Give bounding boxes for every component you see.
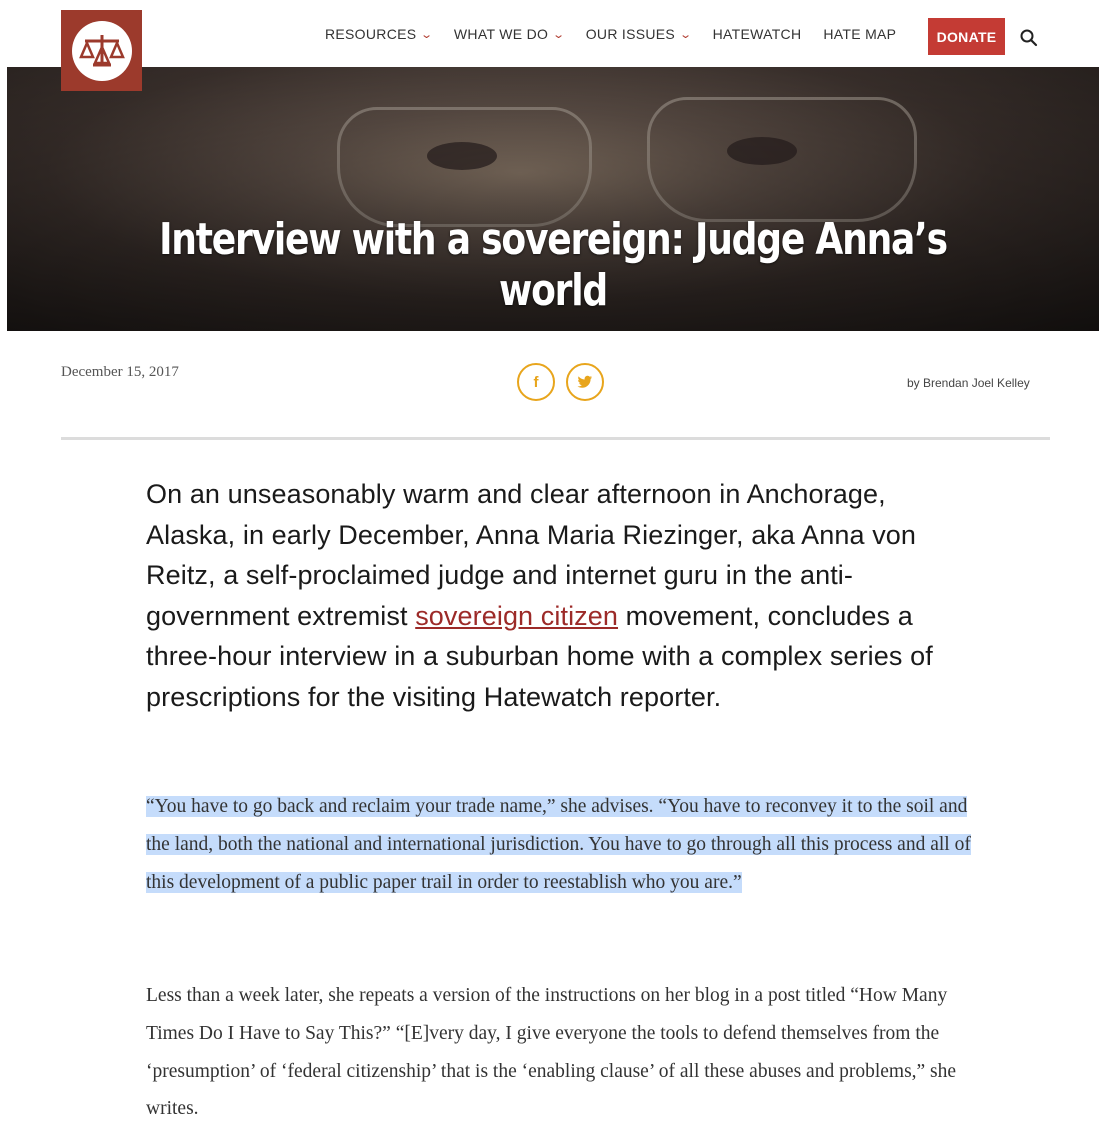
nav-item-label: OUR ISSUES — [585, 26, 676, 42]
nav-item-hate-map[interactable]: HATE MAP — [823, 26, 896, 42]
divider — [61, 437, 1050, 440]
facebook-icon: f — [533, 373, 539, 391]
article-quote: “You have to go back and reclaim your tr… — [146, 788, 976, 901]
article-byline: by Brendan Joel Kelley — [907, 376, 1030, 390]
nav-item-resources[interactable]: RESOURCES ⌄ — [325, 26, 434, 42]
nav-item-label: RESOURCES — [325, 26, 417, 42]
nav-item-hatewatch[interactable]: HATEWATCH — [713, 26, 802, 42]
sovereign-citizen-link[interactable]: sovereign citizen — [415, 601, 618, 631]
hero-banner: Interview with a sovereign: Judge Anna’s… — [7, 67, 1099, 331]
twitter-icon — [577, 375, 592, 388]
article-lede: On an unseasonably warm and clear aftern… — [146, 474, 966, 718]
nav-item-our-issues[interactable]: OUR ISSUES ⌄ — [585, 26, 693, 42]
nav-item-label: HATE MAP — [823, 26, 897, 42]
search-icon[interactable] — [1019, 28, 1039, 48]
site-header: RESOURCES ⌄ WHAT WE DO ⌄ OUR ISSUES ⌄ HA… — [7, 8, 1099, 67]
main-navigation: RESOURCES ⌄ WHAT WE DO ⌄ OUR ISSUES ⌄ HA… — [325, 26, 918, 42]
site-logo[interactable] — [61, 10, 142, 91]
chevron-down-icon: ⌄ — [552, 28, 566, 41]
top-strip — [0, 0, 1099, 8]
donate-button[interactable]: DONATE — [928, 18, 1005, 55]
chevron-down-icon: ⌄ — [679, 28, 693, 41]
article-title: Interview with a sovereign: Judge Anna’s… — [159, 214, 948, 316]
twitter-share-button[interactable] — [566, 363, 604, 401]
article-date: December 15, 2017 — [61, 364, 179, 380]
facebook-share-button[interactable]: f — [517, 363, 555, 401]
article-paragraph: Less than a week later, she repeats a ve… — [146, 985, 957, 1120]
scales-of-justice-icon — [71, 20, 132, 81]
chevron-down-icon: ⌄ — [420, 28, 434, 41]
nav-item-label: HATEWATCH — [712, 26, 802, 42]
highlighted-text[interactable]: “You have to go back and reclaim your tr… — [146, 796, 971, 893]
nav-item-label: WHAT WE DO — [453, 26, 549, 42]
nav-item-what-we-do[interactable]: WHAT WE DO ⌄ — [453, 26, 566, 42]
page-frame: RESOURCES ⌄ WHAT WE DO ⌄ OUR ISSUES ⌄ HA… — [7, 8, 1099, 1123]
